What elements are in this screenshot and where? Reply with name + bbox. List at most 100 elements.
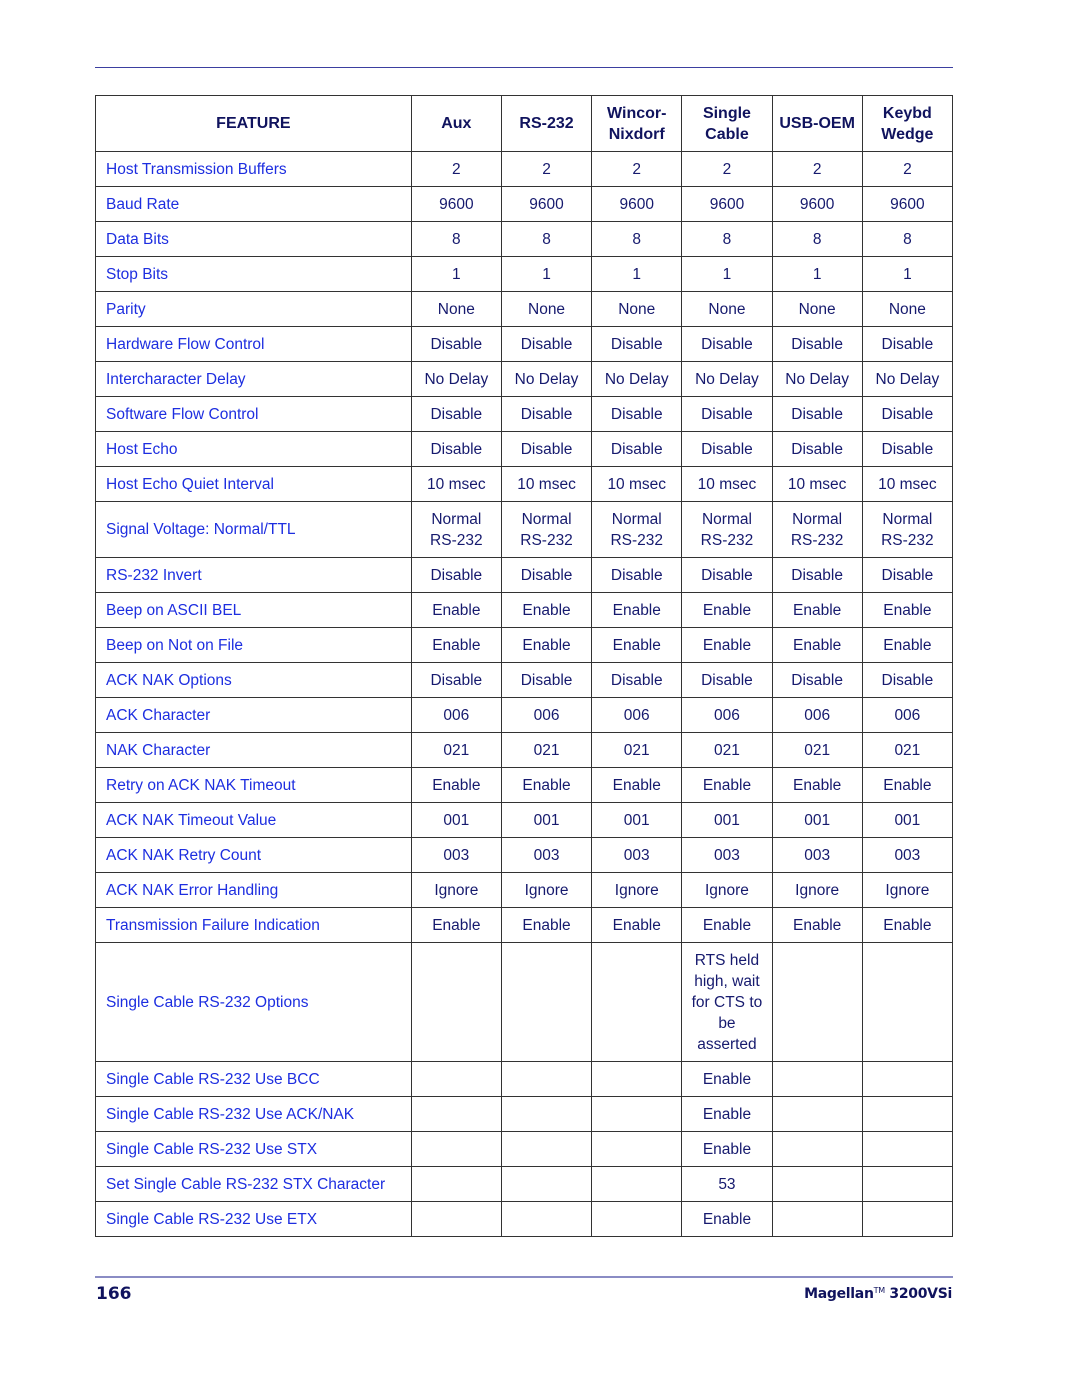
feature-link[interactable]: ACK NAK Timeout Value: [95, 802, 412, 838]
feature-link[interactable]: NAK Character: [95, 732, 412, 768]
table-row: RS-232 Invert Disable Disable Disable Disabl…: [95, 557, 954, 593]
value-cell: Ignore: [591, 872, 683, 908]
value-cell: Disable: [500, 557, 593, 593]
cell-text: Ignore: [524, 881, 569, 899]
feature-link[interactable]: Retry on ACK NAK Timeout: [95, 767, 412, 803]
cell-text: 021: [533, 741, 560, 759]
feature-link[interactable]: Single Cable RS-232 Use BCC: [95, 1061, 412, 1097]
feature-link[interactable]: Software Flow Control: [95, 396, 412, 432]
value-cell: 2: [591, 151, 683, 187]
value-cell: 006: [500, 697, 593, 733]
cell-text: Disable: [881, 440, 934, 458]
product-model: 3200VSi: [889, 1286, 952, 1302]
value-cell: Enable: [681, 1061, 773, 1097]
table-row: Single Cable RS-232 Use STX Enable: [95, 1131, 954, 1167]
feature-link[interactable]: Host Echo: [95, 431, 412, 467]
cell-text: 8: [632, 230, 642, 248]
cell-text: 8: [542, 230, 551, 248]
value-cell: [410, 1096, 502, 1132]
cell-text: Enable: [883, 636, 932, 654]
feature-link[interactable]: Beep on Not on File: [95, 627, 412, 663]
cell-text: Enable: [793, 776, 842, 794]
cell-text: Disable: [520, 405, 573, 423]
feature-link[interactable]: Hardware Flow Control: [95, 326, 412, 362]
feature-link[interactable]: ACK NAK Retry Count: [95, 837, 412, 873]
value-cell: 1: [681, 256, 773, 292]
feature-link[interactable]: ACK NAK Options: [95, 662, 412, 698]
value-cell: Disable: [861, 557, 954, 593]
table-row: ACK NAK Options Disable Disable Disable Disa…: [95, 662, 954, 698]
feature-link[interactable]: Beep on ASCII BEL: [95, 592, 412, 628]
cell-text: Disable: [701, 405, 753, 423]
feature-link[interactable]: Host Echo Quiet Interval: [95, 466, 412, 502]
value-cell: Disable: [861, 326, 954, 362]
value-cell: Ignore: [500, 872, 593, 908]
cell-text: Ignore: [704, 881, 749, 899]
value-cell: [591, 1131, 683, 1167]
column-header: RS-232: [500, 95, 593, 152]
feature-link[interactable]: Stop Bits: [95, 256, 412, 292]
cell-text: Disable: [520, 566, 573, 584]
table-row: Single Cable RS-232 Options RTS held high,…: [95, 942, 954, 1062]
value-cell: 003: [681, 837, 773, 873]
value-cell: Enable: [681, 627, 773, 663]
column-header-feature: FEATURE: [95, 95, 412, 152]
value-cell: Enable: [410, 767, 502, 803]
value-cell: [771, 1201, 863, 1237]
feature-link[interactable]: Signal Voltage: Normal/TTL: [95, 501, 412, 558]
value-cell: 006: [410, 697, 502, 733]
feature-link[interactable]: Transmission Failure Indication: [95, 907, 412, 943]
cell-text: for CTS to: [691, 993, 763, 1011]
header-text: Keybd: [882, 104, 932, 122]
value-cell: 1: [500, 256, 593, 292]
value-cell: 10 msec: [771, 466, 863, 502]
feature-link[interactable]: Baud Rate: [95, 186, 412, 222]
value-cell: Enable: [591, 592, 683, 628]
cell-text: None: [618, 300, 656, 318]
cell-text: Disable: [610, 671, 663, 689]
cell-text: 021: [443, 741, 470, 759]
value-cell: 006: [681, 697, 773, 733]
feature-link[interactable]: ACK NAK Error Handling: [95, 872, 412, 908]
cell-text: Ignore: [885, 881, 930, 899]
cell-text: Enable: [432, 601, 481, 619]
feature-link[interactable]: Single Cable RS-232 Use ETX: [95, 1201, 412, 1237]
cell-text: RS-232: [700, 531, 754, 549]
cell-text: No Delay: [604, 370, 669, 388]
cell-text: Disable: [701, 671, 753, 689]
feature-link[interactable]: Data Bits: [95, 221, 412, 257]
cell-text: 2: [542, 160, 551, 178]
value-cell: Disable: [591, 431, 683, 467]
value-cell: 10 msec: [861, 466, 954, 502]
cell-text: Enable: [522, 636, 571, 654]
cell-text: Normal: [611, 510, 662, 528]
value-cell: Enable: [591, 767, 683, 803]
feature-link[interactable]: Intercharacter Delay: [95, 361, 412, 397]
cell-text: Disable: [881, 335, 934, 353]
product-name: Magellan: [804, 1286, 874, 1302]
cell-text: 021: [714, 741, 740, 759]
value-cell: Enable: [410, 907, 502, 943]
value-cell: Normal RS-232: [771, 501, 863, 558]
value-cell: RTS held high, wait for CTS to be asserted: [681, 942, 773, 1062]
feature-link[interactable]: RS-232 Invert: [95, 557, 412, 593]
value-cell: 9600: [861, 186, 954, 222]
cell-text: 10 msec: [607, 475, 667, 493]
value-cell: Disable: [500, 431, 593, 467]
feature-link[interactable]: Single Cable RS-232 Use STX: [95, 1131, 412, 1167]
cell-text: RS-232: [610, 531, 664, 549]
value-cell: 001: [410, 802, 502, 838]
feature-link[interactable]: Single Cable RS-232 Use ACK/NAK: [95, 1096, 412, 1132]
table-row: Single Cable RS-232 Use ACK/NAK Enable: [95, 1096, 954, 1132]
feature-link[interactable]: Parity: [95, 291, 412, 327]
feature-link[interactable]: Single Cable RS-232 Options: [95, 942, 412, 1062]
value-cell: [861, 1061, 954, 1097]
column-header: Aux: [410, 95, 502, 152]
value-cell: [771, 1166, 863, 1202]
value-cell: None: [591, 291, 683, 327]
cell-text: Disable: [791, 405, 843, 423]
feature-link[interactable]: Set Single Cable RS-232 STX Character: [95, 1166, 412, 1202]
feature-link[interactable]: Host Transmission Buffers: [95, 151, 412, 187]
feature-link[interactable]: ACK Character: [95, 697, 412, 733]
cell-text: Disable: [881, 671, 934, 689]
